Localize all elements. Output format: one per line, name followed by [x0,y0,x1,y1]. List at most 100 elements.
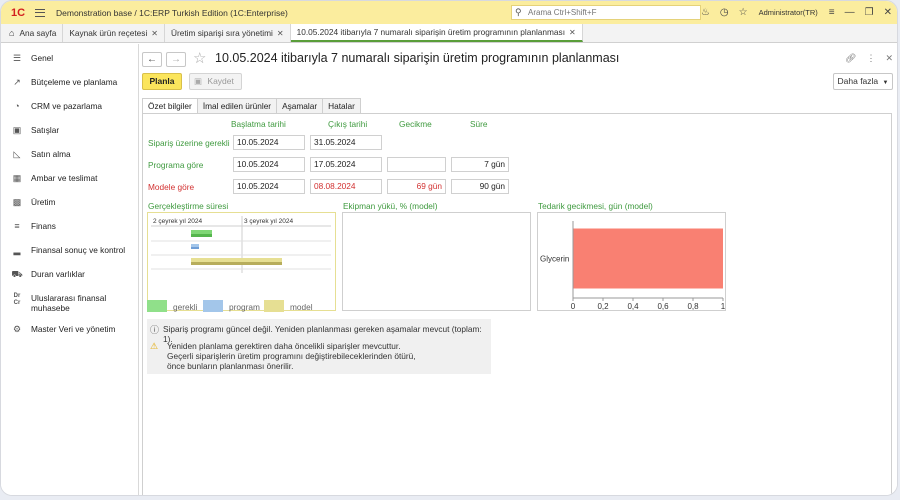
supply-delay-svg: Glycerin 0 0,2 0,4 0,6 0,8 1 [540,221,725,310]
column-delay: Gecikme [399,119,432,129]
gantt-bar-model [191,258,282,262]
user-name[interactable]: Administrator(TR) [759,8,818,17]
chevron-down-icon: ▼ [882,80,889,86]
save-button[interactable]: ▣ Kaydet [189,73,242,90]
drcr-icon: Dr Cr [13,293,21,306]
equipment-title: Ekipman yükü, % (model) [343,201,438,211]
restore-icon[interactable]: ❐ [865,7,874,18]
page-tools: 🔗︎ ⋮ ✕ [835,53,893,64]
bar-icon: ▂ [13,245,21,255]
gantt-quarter-label: 3 çeyrek yıl 2024 [244,218,294,225]
gantt-title: Gerçekleştirme süresi [148,201,229,211]
sidebar-item-fixed-assets[interactable]: ⛟ Duran varlıklar [1,267,138,284]
1c-logo-icon: 1С [11,6,26,19]
close-window-icon[interactable]: ✕ [884,7,892,18]
message-warning-line: Geçerli siparişlerin üretim programını d… [167,351,416,361]
close-icon[interactable]: ✕ [569,28,576,37]
main-content: ← → ☆ 10.05.2024 itibarıyla 7 numaralı s… [140,44,897,495]
close-icon[interactable]: ✕ [885,53,893,64]
forward-button[interactable]: → [166,52,186,67]
pie-icon: ◔ [14,101,20,111]
tab-summary[interactable]: Özet bilgiler [142,98,198,114]
tab-label: Ana sayfa [19,28,57,38]
tab-stages[interactable]: Aşamalar [276,98,324,114]
open-tabs-bar: ⌂ Ana sayfa Kaynak ürün reçetesi ✕ Üreti… [1,24,897,43]
sidebar-item-crm[interactable]: ◔ CRM ve pazarlama [1,99,138,116]
legend-label-program: program [229,302,260,312]
warning-icon: ⚠ [150,341,159,351]
category-label: Glycerin [540,255,569,264]
bar [573,228,723,289]
truck-icon: ⛟ [11,269,23,279]
messages-box: ⓘ Sipariş programı güncel değil. Yeniden… [147,319,491,374]
plan-button[interactable]: Planla [142,73,182,90]
legend-swatch-required [147,300,167,312]
close-icon[interactable]: ✕ [277,29,284,38]
model-delay-field[interactable]: 69 gün [387,179,446,194]
sidebar-item-budgeting[interactable]: ↗ Bütçeleme ve planlama [1,75,138,92]
model-duration-field[interactable]: 90 gün [451,179,509,194]
sidebar-item-production[interactable]: ▩ Üretim [1,195,138,212]
gear-icon: ⚙ [12,324,22,334]
favorites-star-icon[interactable]: ☆ [739,7,748,18]
close-icon[interactable]: ✕ [151,29,158,38]
model-end-field[interactable]: 08.08.2024 [310,179,382,194]
program-end-field[interactable]: 17.05.2024 [310,157,382,172]
column-duration: Süre [470,119,488,129]
minimize-icon[interactable]: — [845,7,855,18]
sidebar-item-master-data[interactable]: ⚙ Master Veri ve yönetim [1,322,138,339]
sidebar-item-general[interactable]: ☰ Genel [1,51,138,68]
program-duration-field[interactable]: 7 gün [451,157,509,172]
arrow-left-icon: ← [147,54,157,65]
home-icon: ⌂ [9,28,15,38]
sidebar-item-financial-results[interactable]: ▂ Finansal sonuç ve kontrol [1,243,138,260]
tab-order-queue[interactable]: Üretim siparişi sıra yönetimi ✕ [165,24,291,42]
sidebar-item-sales[interactable]: ▣ Satışlar [1,123,138,140]
back-button[interactable]: ← [142,52,162,67]
settings-lines-icon[interactable]: ≡ [829,7,835,18]
title-bar: 1С Demonstration base / 1C:ERP Turkish E… [1,1,897,24]
cart-icon: ◺ [13,149,21,159]
tab-resource-bom[interactable]: Kaynak ürün reçetesi ✕ [63,24,165,42]
sidebar-item-purchasing[interactable]: ◺ Satın alma [1,147,138,164]
link-icon[interactable]: 🔗︎ [845,53,856,64]
program-delay-field[interactable] [387,157,446,172]
sidebar-item-warehouse[interactable]: ▦ Ambar ve teslimat [1,171,138,188]
grid-icon: ▦ [12,173,22,183]
legend-swatch-program [203,300,223,312]
form-tabs: Özet bilgiler İmal edilen ürünler Aşamal… [142,98,361,114]
bag-icon: ▣ [12,125,22,135]
column-end-date: Çıkış tarihi [328,119,368,129]
x-tick-label: 0,4 [627,302,639,310]
more-button[interactable]: Daha fazla ▼ [833,73,893,90]
model-start-field[interactable]: 10.05.2024 [233,179,305,194]
page-title: 10.05.2024 itibarıyla 7 numaralı sipariş… [215,51,620,65]
tab-home[interactable]: ⌂ Ana sayfa [1,24,64,42]
bell-icon[interactable]: ♨ [701,7,710,18]
chart-icon: ↗ [13,77,21,87]
history-icon[interactable]: ◷ [720,7,729,18]
app-title: Demonstration base / 1C:ERP Turkish Edit… [56,7,288,18]
tab-label: 10.05.2024 itibarıyla 7 numaralı sipariş… [296,27,565,37]
x-tick-label: 0,2 [597,302,609,310]
x-tick-label: 0,6 [657,302,669,310]
gantt-bar-program [191,244,199,247]
arrow-right-icon: → [171,54,181,65]
tab-errors[interactable]: Hatalar [322,98,361,114]
search-input[interactable] [528,8,698,17]
factory-icon: ▩ [12,197,22,207]
sidebar-item-finance[interactable]: ≡ Finans [1,219,138,236]
tab-produced-items[interactable]: İmal edilen ürünler [196,98,278,114]
message-warning-line: önce bunların planlanması önerilir. [167,361,294,371]
favorite-star-icon[interactable]: ☆ [193,49,206,67]
more-vert-icon[interactable]: ⋮ [866,53,875,64]
program-start-field[interactable]: 10.05.2024 [233,157,305,172]
global-search[interactable]: ⚲ [511,5,701,20]
tab-production-planning[interactable]: 10.05.2024 itibarıyla 7 numaralı sipariş… [290,24,583,42]
message-warning-line: Yeniden planlama gerektiren daha öncelik… [167,341,401,351]
required-end-field[interactable]: 31.05.2024 [310,135,382,150]
sidebar-item-ifrs[interactable]: Dr Cr Uluslararası finansal muhasebe [1,291,138,317]
disk-icon: ▣ [194,76,203,86]
required-start-field[interactable]: 10.05.2024 [233,135,305,150]
main-menu-icon[interactable] [35,8,45,17]
